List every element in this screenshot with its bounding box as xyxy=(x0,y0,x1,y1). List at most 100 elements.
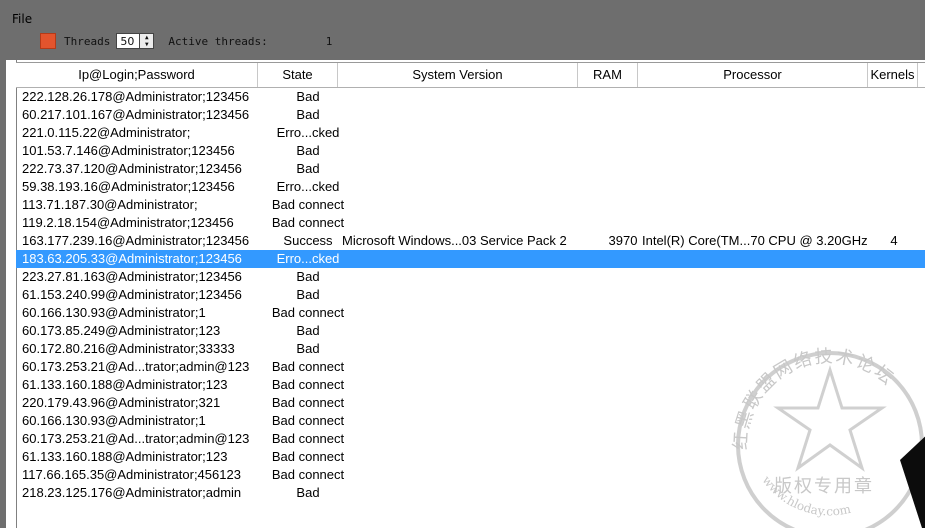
cell-ip-login-password: 218.23.125.176@Administrator;admin xyxy=(22,485,242,500)
cell-kernels xyxy=(866,304,922,322)
cell-ip-login-password: 59.38.193.16@Administrator;123456 xyxy=(22,179,235,194)
table-row[interactable]: 163.177.239.16@Administrator;123456 Succe… xyxy=(16,232,925,250)
cell-ip-login-password: 60.173.85.249@Administrator;123 xyxy=(22,323,221,338)
table-row[interactable]: 183.63.205.33@Administrator;123456 Erro..… xyxy=(16,250,925,268)
window-left-edge xyxy=(0,60,6,528)
cell-ip-login-password: 220.179.43.96@Administrator;321 xyxy=(22,395,221,410)
cell-processor xyxy=(642,178,872,196)
table-row[interactable]: 113.71.187.30@Administrator; Bad connect xyxy=(16,196,925,214)
cell-ip-login-password: 163.177.239.16@Administrator;123456 xyxy=(22,233,250,248)
cell-system-version xyxy=(342,376,602,394)
cell-system-version xyxy=(342,304,602,322)
active-threads-count: 1 xyxy=(325,34,333,48)
cell-system-version: Microsoft Windows...03 Service Pack 2 xyxy=(342,233,567,248)
table-row[interactable]: 60.166.130.93@Administrator;1 Bad connect xyxy=(16,304,925,322)
table-row[interactable]: 221.0.115.22@Administrator; Erro...cked xyxy=(16,124,925,142)
table-row[interactable]: 59.38.193.16@Administrator;123456 Erro...… xyxy=(16,178,925,196)
cell-system-version xyxy=(342,106,602,124)
cell-ip-login-password: 61.133.160.188@Administrator;123 xyxy=(22,449,228,464)
threads-spin-arrows[interactable]: ▲ ▼ xyxy=(140,33,155,49)
cell-system-version xyxy=(342,268,602,286)
table-row[interactable]: 119.2.18.154@Administrator;123456 Bad con… xyxy=(16,214,925,232)
spin-down-icon[interactable]: ▼ xyxy=(140,41,153,48)
cell-processor xyxy=(642,88,872,106)
cell-kernels xyxy=(866,286,922,304)
cell-processor xyxy=(642,160,872,178)
table-row[interactable]: 223.27.81.163@Administrator;123456 Bad xyxy=(16,268,925,286)
column-header-state[interactable]: State xyxy=(258,63,338,87)
column-header-processor[interactable]: Processor xyxy=(638,63,868,87)
cell-ip-login-password: 61.133.160.188@Administrator;123 xyxy=(22,377,228,392)
cell-processor xyxy=(642,124,872,142)
cell-kernels: 4 xyxy=(890,233,898,248)
cell-ip-login-password: 223.27.81.163@Administrator;123456 xyxy=(22,269,242,284)
column-header-ram[interactable]: RAM xyxy=(578,63,638,87)
cell-ip-login-password: 60.166.130.93@Administrator;1 xyxy=(22,413,206,428)
cell-ip-login-password: 61.153.240.99@Administrator;123456 xyxy=(22,287,242,302)
table-row[interactable]: 60.217.101.167@Administrator;123456 Bad xyxy=(16,106,925,124)
cell-system-version xyxy=(342,412,602,430)
cell-system-version xyxy=(342,358,602,376)
cell-system-version xyxy=(342,394,602,412)
cell-processor xyxy=(642,214,872,232)
cell-kernels xyxy=(866,88,922,106)
cell-ip-login-password: 221.0.115.22@Administrator; xyxy=(22,125,191,140)
spin-up-icon[interactable]: ▲ xyxy=(140,34,153,41)
cell-ip-login-password: 222.128.26.178@Administrator;123456 xyxy=(22,89,250,104)
menu-file[interactable]: File xyxy=(12,12,32,26)
cell-ip-login-password: 60.172.80.216@Administrator;33333 xyxy=(22,341,235,356)
cell-system-version xyxy=(342,214,602,232)
cell-processor xyxy=(642,304,872,322)
cell-system-version xyxy=(342,286,602,304)
cell-processor xyxy=(642,250,872,268)
cell-processor xyxy=(642,268,872,286)
column-header-kernels[interactable]: Kernels xyxy=(868,63,918,87)
watermark-seal: 红黑联盟网络技术论坛 版权专用章 www.hloday.com xyxy=(730,346,925,528)
cell-kernels xyxy=(866,196,922,214)
cell-system-version xyxy=(342,250,602,268)
cell-system-version xyxy=(342,484,602,502)
cell-processor: Intel(R) Core(TM...70 CPU @ 3.20GHz xyxy=(642,233,868,248)
cell-ip-login-password: 117.66.165.35@Administrator;456123 xyxy=(22,467,241,482)
cell-system-version xyxy=(342,448,602,466)
cell-kernels xyxy=(866,178,922,196)
toolbar: Threads 50 ▲ ▼ Active threads: 1 xyxy=(40,31,332,51)
cell-kernels xyxy=(866,250,922,268)
cell-ip-login-password: 60.217.101.167@Administrator;123456 xyxy=(22,107,250,122)
cell-kernels xyxy=(866,124,922,142)
cell-processor xyxy=(642,142,872,160)
table-row[interactable]: 61.153.240.99@Administrator;123456 Bad xyxy=(16,286,925,304)
cell-ip-login-password: 60.166.130.93@Administrator;1 xyxy=(22,305,206,320)
cell-kernels xyxy=(866,160,922,178)
cell-kernels xyxy=(866,106,922,124)
cell-kernels xyxy=(866,142,922,160)
stop-button[interactable] xyxy=(40,33,56,49)
cell-system-version xyxy=(342,88,602,106)
cell-ip-login-password: 222.73.37.120@Administrator;123456 xyxy=(22,161,242,176)
cell-system-version xyxy=(342,160,602,178)
cell-system-version xyxy=(342,142,602,160)
cell-ip-login-password: 113.71.187.30@Administrator; xyxy=(22,197,198,212)
cell-system-version xyxy=(342,178,602,196)
threads-label: Threads xyxy=(64,34,111,48)
cell-ip-login-password: 60.173.253.21@Ad...trator;admin@123 xyxy=(22,431,250,446)
threads-input[interactable]: 50 xyxy=(116,33,141,49)
cell-system-version xyxy=(342,196,602,214)
cell-ip-login-password: 119.2.18.154@Administrator;123456 xyxy=(22,215,234,230)
cell-processor xyxy=(642,196,872,214)
column-header-ip[interactable]: Ip@Login;Password xyxy=(16,63,258,87)
table-row[interactable]: 222.73.37.120@Administrator;123456 Bad xyxy=(16,160,925,178)
column-header-system-version[interactable]: System Version xyxy=(338,63,578,87)
cell-ip-login-password: 60.173.253.21@Ad...trator;admin@123 xyxy=(22,359,250,374)
cell-system-version xyxy=(342,322,602,340)
active-threads-label: Active threads: xyxy=(168,34,268,48)
threads-stepper[interactable]: 50 ▲ ▼ xyxy=(116,33,155,49)
table-row[interactable]: 101.53.7.146@Administrator;123456 Bad xyxy=(16,142,925,160)
cell-processor xyxy=(642,286,872,304)
cell-processor xyxy=(642,106,872,124)
cell-system-version xyxy=(342,430,602,448)
table-header: Ip@Login;Password State System Version R… xyxy=(16,62,925,88)
cell-ip-login-password: 183.63.205.33@Administrator;123456 xyxy=(22,251,242,266)
cell-system-version xyxy=(342,340,602,358)
table-row[interactable]: 222.128.26.178@Administrator;123456 Bad xyxy=(16,88,925,106)
